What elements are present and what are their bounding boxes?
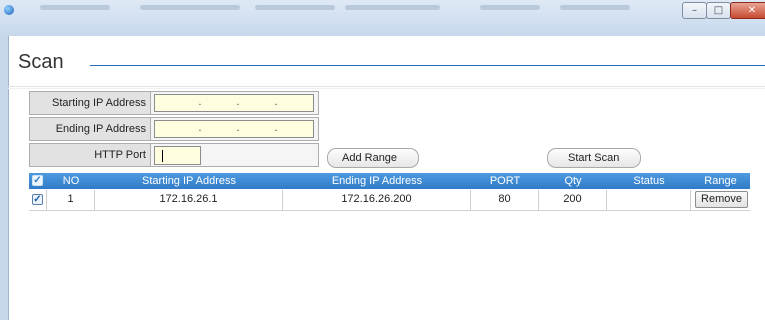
ip-separator: .	[236, 123, 240, 134]
end-ip-row: Ending IP Address . . .	[29, 117, 319, 141]
col-no[interactable]: NO	[47, 173, 95, 189]
start-ip-label: Starting IP Address	[29, 91, 150, 115]
http-port-input[interactable]	[154, 146, 201, 165]
col-status[interactable]: Status	[607, 173, 691, 189]
blurred-title-segment	[560, 5, 630, 10]
cell-end-ip: 172.16.26.200	[283, 190, 471, 210]
end-ip-input[interactable]: . . .	[154, 120, 314, 138]
select-all-checkbox[interactable]: ✓	[32, 175, 43, 186]
remove-button[interactable]: Remove	[695, 191, 748, 208]
text-caret	[162, 150, 163, 162]
minimize-icon[interactable]: –	[682, 2, 707, 19]
http-port-label: HTTP Port	[29, 143, 150, 167]
window-controls: – □ ✕	[682, 2, 765, 19]
cell-status	[607, 190, 691, 210]
col-range[interactable]: Range	[691, 173, 750, 189]
start-ip-input[interactable]: . . .	[154, 94, 314, 112]
ip-separator: .	[198, 97, 202, 108]
row-checkbox[interactable]: ✓	[32, 194, 43, 205]
app-icon	[4, 5, 14, 15]
table-row[interactable]: ✓ 1 172.16.26.1 172.16.26.200 80 200 Rem…	[29, 190, 750, 211]
start-scan-button[interactable]: Start Scan	[547, 148, 641, 168]
add-range-button[interactable]: Add Range	[327, 148, 419, 168]
close-icon[interactable]: ✕	[730, 2, 765, 19]
cell-port: 80	[471, 190, 539, 210]
ip-separator: .	[198, 123, 202, 134]
scan-range-form: Starting IP Address . . . Ending IP Addr…	[29, 91, 319, 169]
ip-separator: .	[274, 97, 278, 108]
blurred-title-segment	[255, 5, 335, 10]
table-header: ✓ NO Starting IP Address Ending IP Addre…	[29, 173, 750, 189]
blurred-title-segment	[40, 5, 110, 10]
blurred-title-segment	[140, 5, 240, 10]
blurred-title-segment	[480, 5, 540, 10]
end-ip-cell: . . .	[150, 117, 319, 141]
blurred-title-segment	[345, 5, 440, 10]
header-checkbox-cell: ✓	[29, 173, 47, 189]
cell-no: 1	[47, 190, 95, 210]
row-checkbox-cell: ✓	[29, 190, 47, 210]
col-port[interactable]: PORT	[471, 173, 539, 189]
cell-start-ip: 172.16.26.1	[95, 190, 283, 210]
ip-separator: .	[236, 97, 240, 108]
page-title: Scan	[18, 51, 64, 73]
end-ip-label: Ending IP Address	[29, 117, 150, 141]
ip-separator: .	[274, 123, 278, 134]
title-underline	[90, 65, 765, 66]
col-end-ip[interactable]: Ending IP Address	[283, 173, 471, 189]
cell-range: Remove	[691, 190, 750, 210]
divider	[8, 86, 765, 87]
divider	[8, 88, 765, 89]
start-ip-cell: . . .	[150, 91, 319, 115]
start-ip-row: Starting IP Address . . .	[29, 91, 319, 115]
window-frame-left	[0, 36, 8, 320]
http-port-cell	[150, 143, 319, 167]
http-port-row: HTTP Port	[29, 143, 319, 167]
cell-qty: 200	[539, 190, 607, 210]
col-start-ip[interactable]: Starting IP Address	[95, 173, 283, 189]
maximize-icon[interactable]: □	[706, 2, 731, 19]
window-titlebar: – □ ✕	[0, 0, 765, 36]
col-qty[interactable]: Qty	[539, 173, 607, 189]
table-empty-area	[29, 211, 750, 320]
